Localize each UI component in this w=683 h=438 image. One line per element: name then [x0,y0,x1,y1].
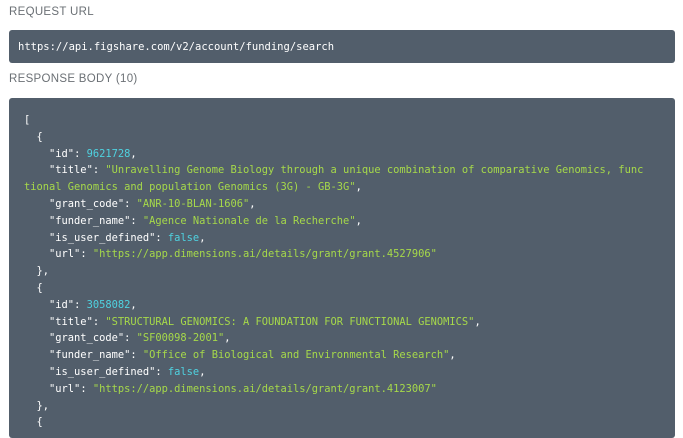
json-line: "title": "STRUCTURAL GENOMICS: A FOUNDAT… [49,315,481,328]
key-title: "title" [49,164,93,177]
json-line: }, [24,263,660,280]
json-line: { [24,414,660,431]
key-id: "id" [49,298,75,311]
value-id: 9621728 [86,147,131,160]
value-title: "Unravelling Genome Biology through a un… [105,164,644,177]
open-brace: { [36,130,43,143]
open-brace: { [36,416,43,429]
close-brace: }, [36,265,50,278]
json-line: "url": "https://app.dimensions.ai/detail… [49,382,437,395]
json-line: "grant_code": "ANR-10-BLAN-1606", [49,197,256,210]
json-line: "url": "https://app.dimensions.ai/detail… [49,248,437,261]
value-grant-code: "ANR-10-BLAN-1606" [136,197,250,210]
request-url-field[interactable]: https://api.figshare.com/v2/account/fund… [9,30,675,63]
value-is-user-defined: false [167,231,200,244]
json-line: [ [24,112,660,129]
value-url[interactable]: "https://app.dimensions.ai/details/grant… [93,248,437,260]
request-url-text: https://api.figshare.com/v2/account/fund… [18,40,335,53]
json-line: "grant_code": "SF00098-2001", [49,332,231,345]
json-line: "funder_name": "Agence Nationale de la R… [49,214,362,227]
key-funder-name: "funder_name" [49,349,131,362]
open-brace: { [36,281,43,294]
key-url: "url" [49,248,81,261]
value-funder-name: "Agence Nationale de la Recherche" [142,214,356,227]
key-url: "url" [49,382,81,395]
response-body-label: RESPONSE BODY (10) [9,73,138,85]
request-url-label: REQUEST URL [9,6,94,18]
key-grant-code: "grant_code" [49,332,125,345]
value-is-user-defined: false [167,365,200,378]
open-bracket: [ [24,114,31,126]
value-funder-name: "Office of Biological and Environmental … [142,349,450,362]
value-grant-code: "SF00098-2001" [136,332,225,345]
key-funder-name: "funder_name" [49,214,131,227]
json-line: { [24,280,660,297]
close-brace: }, [36,399,50,412]
json-line: tional Genomics and population Genomics … [24,181,362,194]
value-title-continued: tional Genomics and population Genomics … [24,181,356,194]
key-title: "title" [49,315,93,328]
response-body-panel[interactable]: [ { "id": 9621728, "title": "Unravelling… [9,98,675,438]
json-line: "title": "Unravelling Genome Biology thr… [49,164,644,177]
value-id: 3058082 [86,298,131,311]
json-line: "is_user_defined": false, [49,365,206,378]
json-line: { [24,129,660,146]
json-line: "is_user_defined": false, [49,231,206,244]
json-line: "id": 3058082, [49,298,137,311]
json-line: "funder_name": "Office of Biological and… [49,349,456,362]
json-line: "id": 9621728, [49,147,137,160]
key-id: "id" [49,147,75,160]
key-is-user-defined: "is_user_defined" [49,231,156,244]
json-line: }, [24,398,660,415]
key-is-user-defined: "is_user_defined" [49,365,156,378]
value-title: "STRUCTURAL GENOMICS: A FOUNDATION FOR F… [105,315,475,328]
key-grant-code: "grant_code" [49,197,125,210]
value-url[interactable]: "https://app.dimensions.ai/details/grant… [93,383,437,395]
